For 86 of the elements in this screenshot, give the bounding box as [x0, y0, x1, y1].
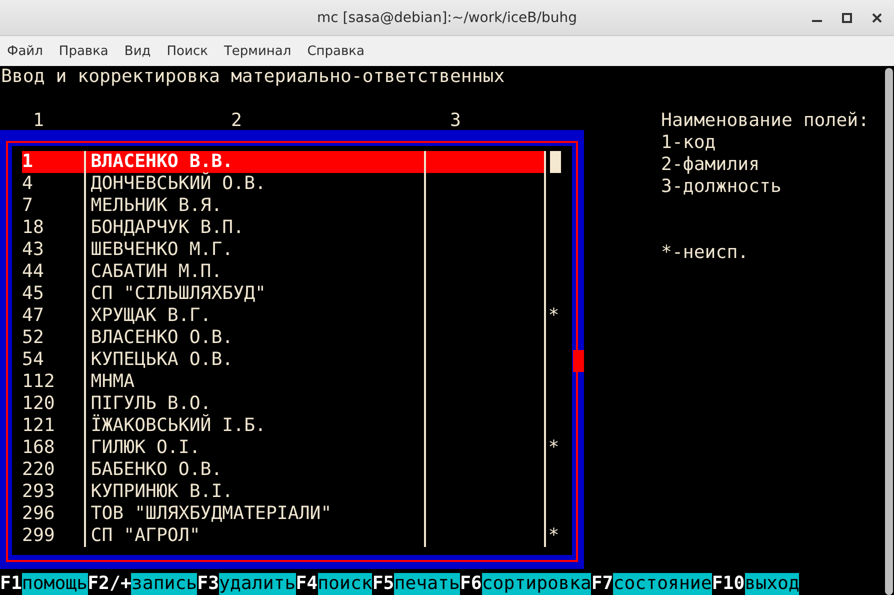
- code-cell-text: 4: [22, 173, 34, 195]
- close-icon[interactable]: [872, 13, 882, 23]
- function-label[interactable]: сортировка: [482, 573, 592, 595]
- name-cell: ТОВ "ШЛЯХБУДМАТЕРІАЛИ": [84, 503, 424, 525]
- legend-title: Наименование полей:: [660, 110, 870, 132]
- scrollbar-thumb[interactable]: [573, 350, 584, 372]
- terminal-scrollbar[interactable]: [885, 68, 893, 595]
- list-row[interactable]: 47 ХРУЩАК В.Г.: [22, 305, 546, 327]
- list-row[interactable]: 43 ШЕВЧЕНКО М.Г.: [22, 239, 546, 261]
- code-cell-text: 45: [22, 283, 45, 305]
- function-label[interactable]: удалить: [219, 573, 296, 595]
- column-number: 3: [450, 110, 461, 132]
- menu-item[interactable]: Вид: [124, 44, 159, 58]
- function-label[interactable]: запись: [131, 573, 198, 595]
- code-cell-text: 293: [22, 481, 56, 503]
- function-label[interactable]: выход: [744, 573, 800, 595]
- name-cell: САБАТИН М.П.: [84, 261, 424, 283]
- list-row[interactable]: 4 ДОНЧЕВСЬКИЙ О.В.: [22, 173, 546, 195]
- list-row[interactable]: 112 МНМА: [22, 371, 546, 393]
- list-row[interactable]: 54 КУПЕЦЬКА О.В.: [22, 349, 546, 371]
- function-label[interactable]: поиск: [318, 573, 372, 595]
- list-row[interactable]: 120 ПІГУЛЬ В.О.: [22, 393, 546, 415]
- code-cell-text: 18: [22, 217, 45, 239]
- flag-cell-text: *: [547, 437, 560, 459]
- list-row[interactable]: 7 МЕЛЬНИК В.Я.: [22, 195, 546, 217]
- code-cell-text: 44: [22, 261, 45, 283]
- name-cell: БОНДАРЧУК В.П.: [84, 217, 424, 239]
- name-cell: МНМА: [84, 371, 424, 393]
- menu-item[interactable]: Правка: [58, 44, 116, 58]
- list-row[interactable]: 18 БОНДАРЧУК В.П.: [22, 217, 546, 239]
- flag-cell-text: *: [547, 525, 560, 547]
- menu-item[interactable]: Справка: [307, 44, 372, 58]
- name-cell: ШЕВЧЕНКО М.Г.: [84, 239, 424, 261]
- name-cell: КУПРИНЮК В.І.: [84, 481, 424, 503]
- menu-item[interactable]: Терминал: [224, 44, 300, 58]
- screen-heading: Ввод и корректировка материально-ответственных: [0, 66, 506, 88]
- list-row[interactable]: 220 БАБЕНКО О.В.: [22, 459, 546, 481]
- name-cell: ПІГУЛЬ В.О.: [84, 393, 424, 415]
- code-cell-text: 121: [22, 415, 56, 437]
- name-cell: ГИЛЮК О.І.: [84, 437, 424, 459]
- function-label[interactable]: печать: [394, 573, 460, 595]
- menu-item[interactable]: Поиск: [166, 44, 216, 58]
- function-label[interactable]: состояние: [613, 573, 712, 595]
- list-row[interactable]: 44 САБАТИН М.П.: [22, 261, 546, 283]
- code-cell-text: 1: [22, 151, 34, 173]
- maximize-icon[interactable]: [842, 13, 852, 23]
- code-cell-text: 112: [22, 371, 56, 393]
- name-cell: КУПЕЦЬКА О.В.: [84, 349, 424, 371]
- list-row[interactable]: 168 ГИЛЮК О.І.: [22, 437, 546, 459]
- name-cell: СП "СІЛЬШЛЯХБУД": [84, 283, 424, 305]
- name-cell: ХРУЩАК В.Г.: [84, 305, 424, 327]
- list-row[interactable]: 52 ВЛАСЕНКО О.В.: [22, 327, 546, 349]
- name-cell: ЇЖАКОВСЬКИЙ І.Б.: [84, 415, 424, 437]
- name-cell: ВЛАСЕНКО В.В.: [84, 151, 424, 173]
- window-title: mc [sasa@debian]:~/work/iceB/buhg: [317, 10, 577, 26]
- list-row[interactable]: 299 СП "АГРОЛ": [22, 525, 546, 547]
- menu-item[interactable]: Файл: [7, 44, 51, 58]
- legend-line: 1-код: [660, 132, 717, 154]
- list-row[interactable]: 293 КУПРИНЮК В.І.: [22, 481, 546, 503]
- list-row[interactable]: 121 ЇЖАКОВСЬКИЙ І.Б.: [22, 415, 546, 437]
- legend-line: 3-должность: [660, 176, 782, 198]
- code-cell-text: 54: [22, 349, 45, 371]
- legend-line: 2-фамилия: [660, 154, 761, 176]
- flag-cell-text: *: [547, 305, 560, 327]
- code-cell-text: 168: [22, 437, 56, 459]
- column-number: 2: [231, 110, 242, 132]
- code-cell-text: 220: [22, 459, 56, 481]
- code-cell-text: 43: [22, 239, 45, 261]
- text-cursor: [550, 151, 562, 173]
- name-cell: МЕЛЬНИК В.Я.: [84, 195, 424, 217]
- list-row[interactable]: 45 СП "СІЛЬШЛЯХБУД": [22, 283, 546, 305]
- legend-note: *-неисп.: [660, 242, 750, 264]
- list-row[interactable]: 1 ВЛАСЕНКО В.В.: [22, 151, 546, 173]
- code-cell-text: 296: [22, 503, 56, 525]
- code-cell-text: 52: [22, 327, 45, 349]
- code-cell-text: 120: [22, 393, 56, 415]
- name-cell: СП "АГРОЛ": [84, 525, 424, 547]
- list-row[interactable]: 296 ТОВ "ШЛЯХБУДМАТЕРІАЛИ": [22, 503, 546, 525]
- column-number: 1: [33, 110, 44, 132]
- code-cell-text: 7: [22, 195, 34, 217]
- name-cell: ДОНЧЕВСЬКИЙ О.В.: [84, 173, 424, 195]
- code-cell-text: 47: [22, 305, 45, 327]
- function-label[interactable]: помощь: [22, 573, 88, 595]
- code-cell-text: 299: [22, 525, 56, 547]
- name-cell: ВЛАСЕНКО О.В.: [84, 327, 424, 349]
- name-cell: БАБЕНКО О.В.: [84, 459, 424, 481]
